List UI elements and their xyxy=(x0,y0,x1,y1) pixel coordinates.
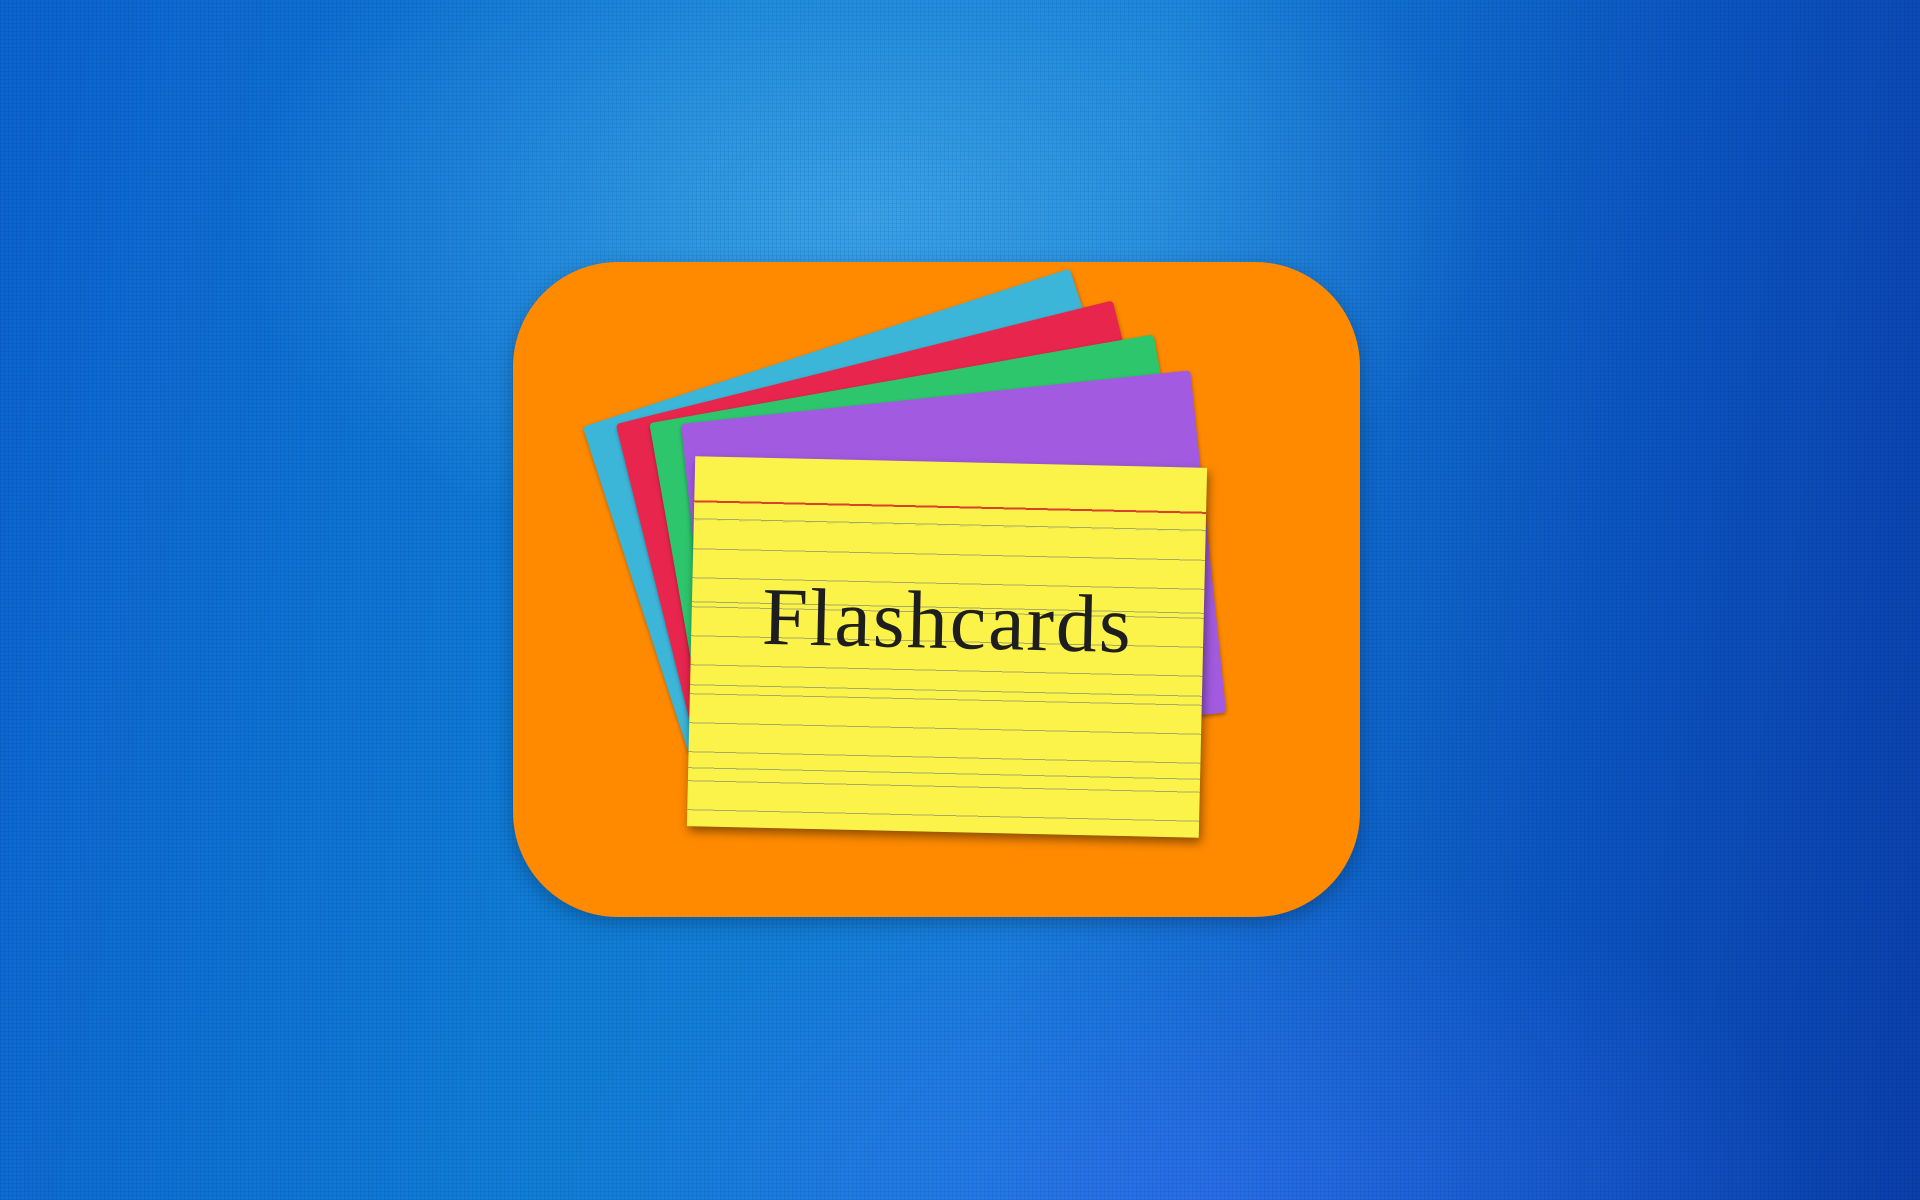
yellow-index-card: Flashcards xyxy=(686,456,1208,838)
card-ruled-lines xyxy=(686,520,1206,838)
flashcards-app-icon[interactable]: Flashcards xyxy=(513,262,1360,917)
card-title: Flashcards xyxy=(761,570,1134,671)
